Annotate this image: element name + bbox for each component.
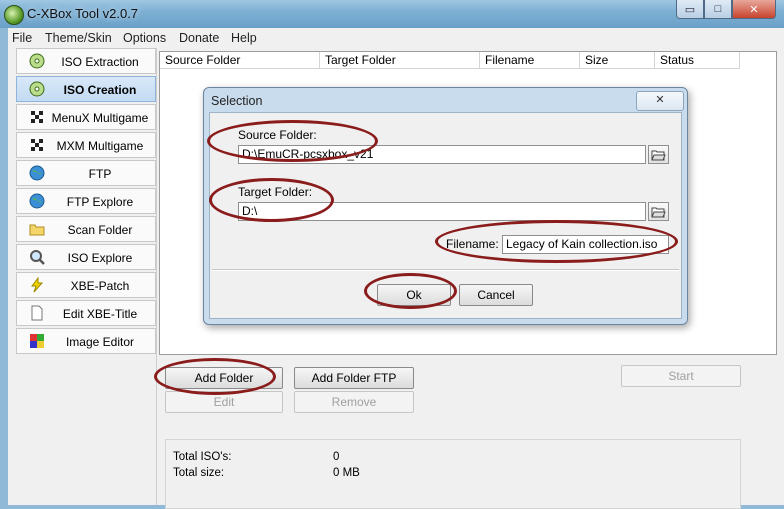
globe-icon <box>29 165 45 181</box>
sidebar-item-edit-xbe-title[interactable]: Edit XBE-Title <box>16 300 156 326</box>
sidebar-item-label: FTP Explore <box>66 195 134 209</box>
dialog-title: Selection <box>211 94 263 108</box>
ok-button[interactable]: Ok <box>377 284 451 306</box>
add-folder-ftp-button[interactable]: Add Folder FTP <box>294 367 414 389</box>
filename-field[interactable]: Legacy of Kain collection.iso <box>502 235 669 254</box>
sidebar-item-image-editor[interactable]: Image Editor <box>16 328 156 354</box>
filename-label: Filename: <box>446 237 499 251</box>
total-size-label: Total size: <box>173 467 225 479</box>
dialog-body: Source Folder: D:\EmuCR-pcsxbox_v21 Targ… <box>209 112 682 319</box>
menu-file[interactable]: File <box>12 31 32 45</box>
dialog-separator <box>212 269 679 271</box>
selection-dialog: Selection ✕ Source Folder: D:\EmuCR-pcsx… <box>203 87 688 325</box>
source-folder-field[interactable]: D:\EmuCR-pcsxbox_v21 <box>238 145 646 164</box>
sidebar-item-ftp[interactable]: FTP <box>16 160 156 186</box>
folder-icon <box>29 224 45 236</box>
palette-icon <box>30 334 44 348</box>
sidebar-item-label: FTP <box>88 167 112 181</box>
sidebar-item-mxm-multigame[interactable]: MXM Multigame <box>16 132 156 158</box>
remove-button[interactable]: Remove <box>294 391 414 413</box>
sidebar-item-label: ISO Explore <box>67 251 133 265</box>
sidebar-item-ftp-explore[interactable]: FTP Explore <box>16 188 156 214</box>
app-logo-icon <box>4 5 24 25</box>
magnifier-disc-icon <box>30 250 45 265</box>
column-header-target-folder[interactable]: Target Folder <box>320 52 480 69</box>
disc-icon <box>29 81 45 97</box>
column-header-status[interactable]: Status <box>655 52 740 69</box>
browse-target-button[interactable] <box>648 202 669 221</box>
maximize-button[interactable]: □ <box>704 0 732 19</box>
add-folder-button[interactable]: Add Folder <box>165 367 283 389</box>
sidebar: ISO Extraction ISO Creation MenuX Multig… <box>16 48 156 356</box>
menu-bar: File Theme/Skin Options Donate Help <box>8 28 784 48</box>
target-folder-label: Target Folder: <box>238 185 313 199</box>
sidebar-item-xbe-patch[interactable]: XBE-Patch <box>16 272 156 298</box>
dialog-close-button[interactable]: ✕ <box>636 91 684 111</box>
column-header-size[interactable]: Size <box>580 52 655 69</box>
title-bar: C-XBox Tool v2.0.7 ▭ □ ✕ <box>0 0 784 28</box>
start-button[interactable]: Start <box>621 365 741 387</box>
column-header-source-folder[interactable]: Source Folder <box>160 52 320 69</box>
sidebar-item-iso-extraction[interactable]: ISO Extraction <box>16 48 156 74</box>
total-isos-label: Total ISO's: <box>173 451 232 463</box>
cancel-button[interactable]: Cancel <box>459 284 533 306</box>
lightning-icon <box>31 277 44 293</box>
sidebar-item-scan-folder[interactable]: Scan Folder <box>16 216 156 242</box>
menu-donate[interactable]: Donate <box>179 31 219 45</box>
sidebar-item-label: Edit XBE-Title <box>62 307 138 321</box>
open-folder-icon <box>651 207 666 218</box>
window-controls: ▭ □ ✕ <box>676 0 776 19</box>
close-button[interactable]: ✕ <box>732 0 776 19</box>
disc-icon <box>29 53 45 69</box>
summary-box: Total ISO's: 0 Total size: 0 MB <box>165 439 741 509</box>
sidebar-item-label: ISO Extraction <box>61 55 139 69</box>
sidebar-item-label: XBE-Patch <box>70 279 130 293</box>
edit-button[interactable]: Edit <box>165 391 283 413</box>
menu-options[interactable]: Options <box>123 31 166 45</box>
sidebar-item-label: Image Editor <box>65 335 135 349</box>
source-folder-label: Source Folder: <box>238 128 317 142</box>
target-folder-field[interactable]: D:\ <box>238 202 646 221</box>
sidebar-item-iso-creation[interactable]: ISO Creation <box>16 76 156 102</box>
checkered-flag-icon <box>31 139 43 151</box>
sidebar-item-label: ISO Creation <box>63 83 137 97</box>
window-title: C-XBox Tool v2.0.7 <box>27 6 139 21</box>
sidebar-item-label: MXM Multigame <box>56 139 144 153</box>
open-folder-icon <box>651 150 666 161</box>
menu-help[interactable]: Help <box>231 31 257 45</box>
document-icon <box>31 305 43 321</box>
total-isos-value: 0 <box>333 451 340 463</box>
total-size-value: 0 MB <box>333 467 360 479</box>
browse-source-button[interactable] <box>648 145 669 164</box>
sidebar-item-menux-multigame[interactable]: MenuX Multigame <box>16 104 156 130</box>
globe-icon <box>29 193 45 209</box>
checkered-flag-icon <box>31 111 43 123</box>
minimize-button[interactable]: ▭ <box>676 0 704 19</box>
sidebar-item-iso-explore[interactable]: ISO Explore <box>16 244 156 270</box>
sidebar-item-label: MenuX Multigame <box>51 111 149 125</box>
column-header-filename[interactable]: Filename <box>480 52 580 69</box>
menu-theme-skin[interactable]: Theme/Skin <box>45 31 112 45</box>
sidebar-item-label: Scan Folder <box>67 223 133 237</box>
